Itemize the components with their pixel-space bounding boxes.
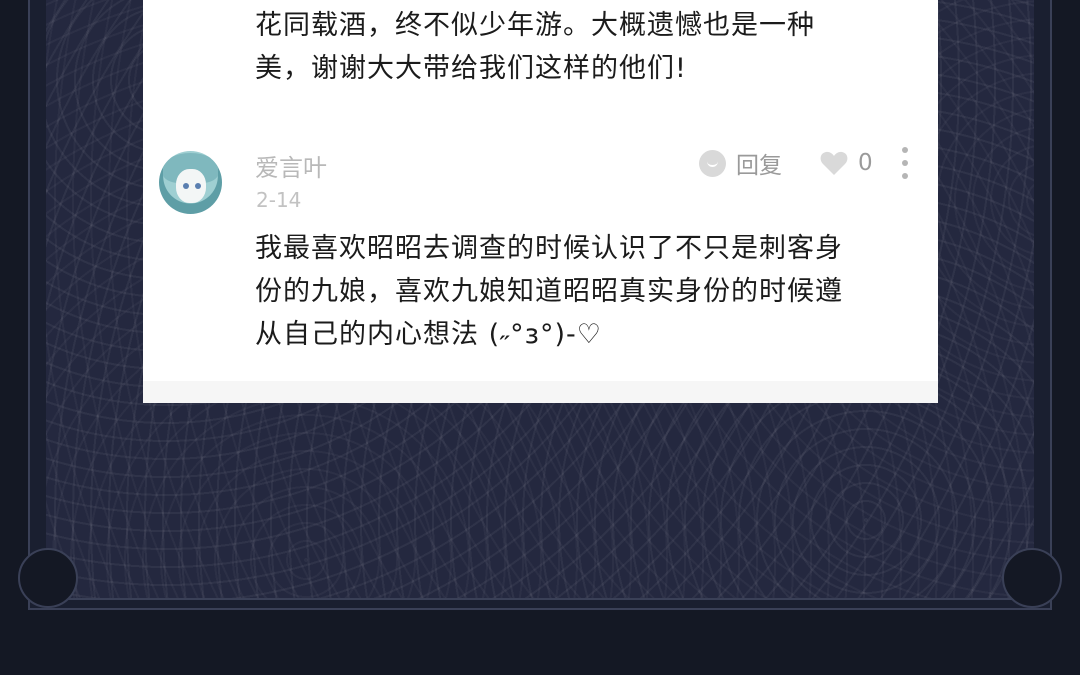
avatar[interactable] bbox=[159, 151, 222, 214]
more-vertical-icon bbox=[902, 147, 908, 153]
comment-line-1: 我最喜欢昭昭去调查的时候认识了不只是刺客身 bbox=[255, 233, 843, 264]
heart-icon bbox=[820, 151, 848, 175]
like-button[interactable]: 0 bbox=[820, 147, 873, 179]
previous-comment-line-2: 美，谢谢大大带给我们这样的他们! bbox=[255, 53, 687, 84]
comment-date: 2-14 bbox=[256, 188, 302, 212]
reply-button[interactable]: 回复 bbox=[699, 147, 782, 179]
frame-corner-left bbox=[18, 548, 78, 608]
frame-corner-right bbox=[1002, 548, 1062, 608]
previous-comment-line-1: 花同载酒，终不似少年游。大概遗憾也是一种 bbox=[255, 10, 815, 41]
comment-card: 花同载酒，终不似少年游。大概遗憾也是一种 美，谢谢大大带给我们这样的他们! 爱言… bbox=[143, 0, 938, 403]
like-count: 0 bbox=[858, 150, 873, 176]
card-footer bbox=[143, 381, 938, 403]
more-options-button[interactable] bbox=[895, 147, 915, 179]
comment-line-2: 份的九娘，喜欢九娘知道昭昭真实身份的时候遵 bbox=[255, 276, 843, 307]
comment-line-3: 从自己的内心想法 (˶°з°)-♡ bbox=[255, 319, 602, 350]
comment-username[interactable]: 爱言叶 bbox=[255, 148, 327, 183]
reply-bubble-icon bbox=[699, 149, 726, 177]
reply-label: 回复 bbox=[736, 153, 782, 179]
